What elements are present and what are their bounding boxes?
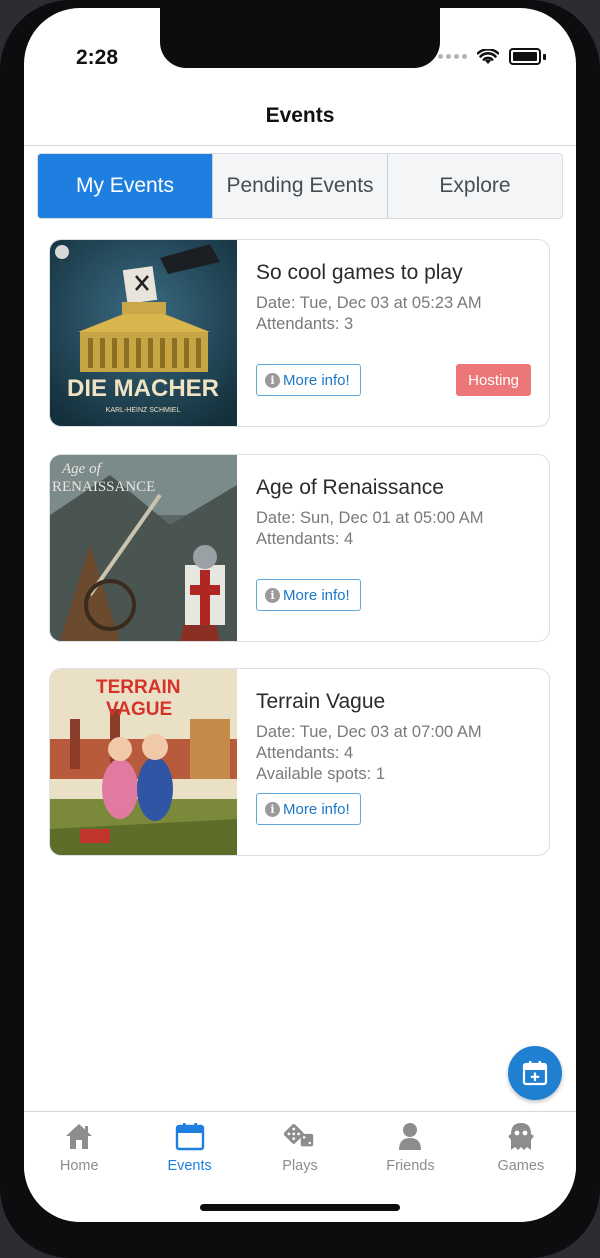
tab-label: Friends: [386, 1158, 435, 1174]
battery-icon: [509, 48, 541, 65]
add-event-button[interactable]: [508, 1046, 562, 1100]
game-cover-image: TERRAIN VAGUE: [50, 669, 237, 855]
cover-subtitle-text: RENAISSANCE: [52, 479, 155, 495]
home-indicator[interactable]: [200, 1204, 400, 1211]
info-icon: i: [265, 372, 280, 388]
event-attendants: Attendants: 4: [256, 744, 354, 762]
battery-nub: [543, 53, 546, 60]
home-icon: [63, 1120, 95, 1152]
app-screen: 2:28 Events My Events Pending Events Exp…: [24, 8, 576, 1222]
more-info-button[interactable]: i More info!: [256, 793, 361, 825]
tab-label: Games: [497, 1158, 545, 1174]
wifi-icon: [477, 48, 499, 64]
tab-my-events[interactable]: My Events: [38, 154, 212, 218]
event-details: So cool games to play Date: Tue, Dec 03 …: [256, 260, 535, 335]
tab-label: Home: [59, 1158, 99, 1174]
hosting-badge: Hosting: [456, 364, 531, 396]
event-date: Date: Sun, Dec 01 at 05:00 AM: [256, 509, 484, 527]
tab-label: Events: [167, 1158, 212, 1174]
header-divider: [24, 145, 576, 146]
event-date: Date: Tue, Dec 03 at 07:00 AM: [256, 723, 482, 741]
signal-icon: [438, 54, 467, 59]
event-card[interactable]: TERRAIN VAGUE Terrain Vague Date: Tue, D…: [49, 668, 550, 856]
person-icon: [394, 1120, 426, 1152]
calendar-icon: [174, 1120, 206, 1152]
device-notch: [160, 8, 440, 68]
status-time: 2:28: [76, 46, 119, 69]
tab-pending-events[interactable]: Pending Events: [212, 154, 387, 218]
tab-explore[interactable]: Explore: [387, 154, 562, 218]
calendar-plus-icon: [522, 1061, 548, 1086]
event-title: Terrain Vague: [256, 690, 386, 713]
tab-games[interactable]: Games: [466, 1112, 576, 1222]
event-attendants: Attendants: 3: [256, 315, 354, 333]
cover-title-text: TERRAIN: [96, 677, 180, 698]
event-attendants: Attendants: 4: [256, 530, 354, 548]
game-cover-image: Age of RENAISSANCE: [50, 455, 237, 641]
cover-subtitle-text: KARL-HEINZ SCHMIEL: [106, 407, 181, 414]
event-date: Date: Tue, Dec 03 at 05:23 AM: [256, 294, 482, 312]
tab-home[interactable]: Home: [24, 1112, 134, 1222]
events-segmented-control: My Events Pending Events Explore: [37, 153, 563, 219]
more-info-label: More info!: [283, 800, 350, 818]
info-icon: i: [265, 587, 280, 603]
page-title: Events: [265, 104, 335, 127]
event-title: Age of Renaissance: [256, 476, 444, 499]
event-card[interactable]: Age of RENAISSANCE Age of Renaissance Da…: [49, 454, 550, 642]
event-title: So cool games to play: [256, 261, 463, 284]
info-icon: i: [265, 801, 280, 817]
more-info-button[interactable]: i More info!: [256, 364, 361, 396]
dice-icon: [284, 1120, 316, 1152]
event-card[interactable]: DIE MACHER KARL-HEINZ SCHMIEL So cool ga…: [49, 239, 550, 427]
more-info-button[interactable]: i More info!: [256, 579, 361, 611]
more-info-label: More info!: [283, 371, 350, 389]
event-details: Terrain Vague Date: Tue, Dec 03 at 07:00…: [256, 689, 535, 785]
event-available-spots: Available spots: 1: [256, 765, 386, 783]
ghost-icon: [505, 1120, 537, 1152]
status-icons: [438, 48, 546, 65]
game-cover-image: DIE MACHER KARL-HEINZ SCHMIEL: [50, 240, 237, 426]
more-info-label: More info!: [283, 586, 350, 604]
tab-label: Plays: [282, 1158, 318, 1174]
event-details: Age of Renaissance Date: Sun, Dec 01 at …: [256, 475, 535, 550]
cover-title-text: Age of: [61, 461, 103, 477]
cover-subtitle-text: VAGUE: [106, 699, 172, 720]
cover-title-text: DIE MACHER: [67, 375, 219, 402]
phone-frame: 2:28 Events My Events Pending Events Exp…: [0, 0, 600, 1258]
